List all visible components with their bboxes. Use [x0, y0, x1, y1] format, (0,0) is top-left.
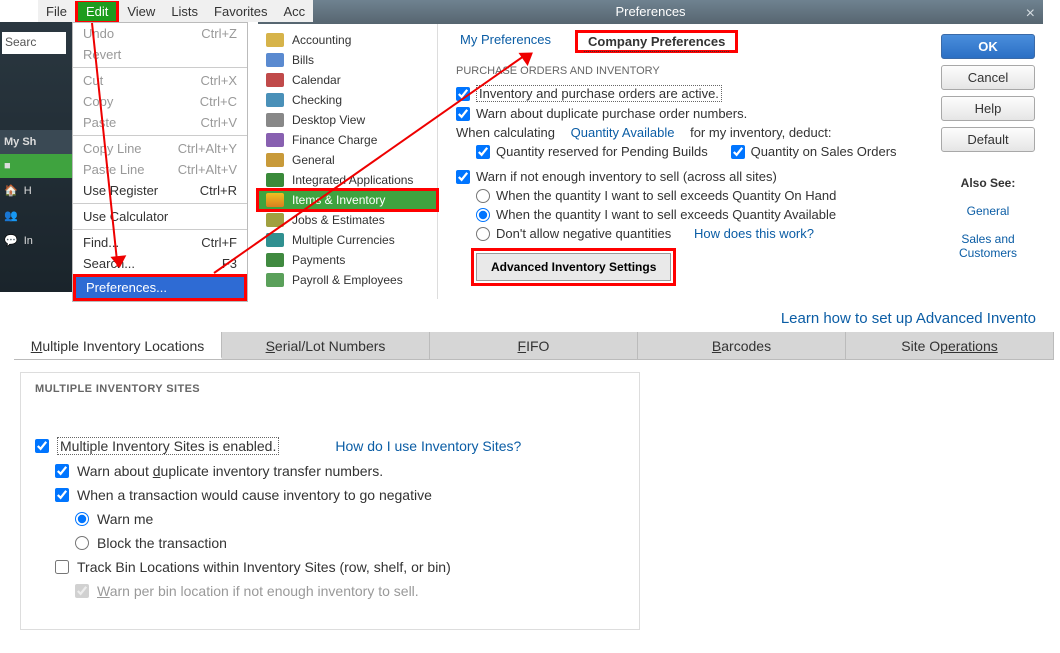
- r-avail[interactable]: [476, 208, 490, 222]
- cat-payments[interactable]: Payments: [258, 250, 437, 270]
- menu-edit[interactable]: Edit: [78, 2, 116, 21]
- cat-general[interactable]: General: [258, 150, 437, 170]
- lbl-dup-po: Warn about duplicate purchase order numb…: [476, 106, 747, 121]
- ck-warn-inv[interactable]: [456, 170, 470, 184]
- tab-site-ops[interactable]: Site Operations: [846, 332, 1054, 359]
- r-noneg[interactable]: [476, 227, 490, 241]
- search-stub[interactable]: Searc: [2, 32, 66, 54]
- menu-lists[interactable]: Lists: [163, 2, 206, 21]
- close-icon[interactable]: ×: [1026, 2, 1035, 26]
- cat-accounting[interactable]: Accounting: [258, 30, 437, 50]
- category-list: Accounting Bills Calendar Checking Deskt…: [258, 24, 438, 299]
- r-block[interactable]: [75, 536, 89, 550]
- mi-find[interactable]: Find...Ctrl+F: [73, 229, 247, 253]
- cat-items-inventory[interactable]: Items & Inventory: [258, 190, 437, 210]
- cat-calendar[interactable]: Calendar: [258, 70, 437, 90]
- lbl-inv-active: Inventory and purchase orders are active…: [476, 85, 722, 102]
- tab-my-preferences[interactable]: My Preferences: [456, 30, 555, 53]
- also-sales[interactable]: Sales and Customers: [941, 232, 1035, 260]
- lbl-warn-inv: Warn if not enough inventory to sell (ac…: [476, 169, 777, 184]
- tab-multi-locations[interactable]: Multiple Inventory Locations: [14, 332, 222, 359]
- edit-dropdown: UndoCtrl+Z Revert CutCtrl+X CopyCtrl+C P…: [72, 22, 248, 302]
- mi-undo[interactable]: UndoCtrl+Z: [73, 23, 247, 44]
- cat-bills[interactable]: Bills: [258, 50, 437, 70]
- tab-serial-lot[interactable]: Serial/Lot Numbers: [222, 332, 430, 359]
- lbl-neg-inv: When a transaction would cause inventory…: [77, 487, 432, 503]
- nav-home[interactable]: 🏠 H: [0, 178, 72, 203]
- lbl-r-onhand: When the quantity I want to sell exceeds…: [496, 188, 836, 203]
- ck-multi-enabled[interactable]: [35, 439, 49, 453]
- ck-warn-bin: [75, 584, 89, 598]
- also-see: Also See:: [961, 176, 1016, 190]
- menu-acc[interactable]: Acc: [276, 2, 314, 21]
- tab-fifo[interactable]: FIFO: [430, 332, 638, 359]
- menu-file[interactable]: File: [38, 2, 75, 21]
- btn-help[interactable]: Help: [941, 96, 1035, 121]
- tab-company-preferences[interactable]: Company Preferences: [584, 32, 729, 52]
- lbl-so: Quantity on Sales Orders: [751, 144, 897, 159]
- mi-use-calculator[interactable]: Use Calculator: [73, 203, 247, 227]
- cat-jobs-estimates[interactable]: Jobs & Estimates: [258, 210, 437, 230]
- annotation-arrowhead-1: [110, 255, 127, 269]
- mi-paste[interactable]: PasteCtrl+V: [73, 112, 247, 133]
- nav-in[interactable]: 💬 In: [0, 228, 72, 253]
- left-nav: Searc My Sh ■ 🏠 H 👥 💬 In: [0, 22, 72, 292]
- link-qty-avail[interactable]: Quantity Available: [571, 125, 675, 140]
- multi-sites-panel: MULTIPLE INVENTORY SITES Multiple Invent…: [20, 372, 640, 630]
- mi-preferences[interactable]: Preferences...: [76, 277, 244, 298]
- calc-post: for my inventory, deduct:: [690, 125, 831, 140]
- calc-pre: When calculating: [456, 125, 555, 140]
- btn-default[interactable]: Default: [941, 127, 1035, 152]
- my-sh-header: My Sh: [0, 130, 72, 154]
- link-learn[interactable]: Learn how to set up Advanced Invento: [781, 310, 1036, 327]
- bottom-tabs: Multiple Inventory Locations Serial/Lot …: [14, 332, 1054, 360]
- ck-pending[interactable]: [476, 145, 490, 159]
- panel-title: MULTIPLE INVENTORY SITES: [35, 383, 625, 395]
- mi-revert[interactable]: Revert: [73, 44, 247, 65]
- link-how-sites[interactable]: How do I use Inventory Sites?: [335, 438, 521, 454]
- nav-people[interactable]: 👥: [0, 203, 72, 228]
- cat-payroll[interactable]: Payroll & Employees: [258, 270, 437, 290]
- cat-desktop-view[interactable]: Desktop View: [258, 110, 437, 130]
- nav-sel[interactable]: ■: [0, 154, 72, 178]
- lbl-r-noneg: Don't allow negative quantities: [496, 226, 671, 241]
- ck-dup-transfer[interactable]: [55, 464, 69, 478]
- mi-search[interactable]: Search...F3: [73, 253, 247, 274]
- btn-advanced-inventory[interactable]: Advanced Inventory Settings: [476, 253, 671, 281]
- lbl-block: Block the transaction: [97, 535, 227, 551]
- ck-so[interactable]: [731, 145, 745, 159]
- ck-neg-inv[interactable]: [55, 488, 69, 502]
- lbl-warn-me: Warn me: [97, 511, 153, 527]
- also-general[interactable]: General: [967, 204, 1010, 218]
- lbl-bin-loc: Track Bin Locations within Inventory Sit…: [77, 559, 451, 575]
- tab-barcodes[interactable]: Barcodes: [638, 332, 846, 359]
- menu-view[interactable]: View: [119, 2, 163, 21]
- mi-copy-line[interactable]: Copy LineCtrl+Alt+Y: [73, 135, 247, 159]
- r-warn-me[interactable]: [75, 512, 89, 526]
- lbl-multi-enabled: Multiple Inventory Sites is enabled.: [57, 437, 279, 455]
- dialog-title: Preferences ×: [258, 0, 1043, 24]
- preferences-dialog: Preferences × Accounting Bills Calendar …: [258, 0, 1043, 300]
- lbl-r-avail: When the quantity I want to sell exceeds…: [496, 207, 836, 222]
- btn-cancel[interactable]: Cancel: [941, 65, 1035, 90]
- ck-bin-loc[interactable]: [55, 560, 69, 574]
- cat-checking[interactable]: Checking: [258, 90, 437, 110]
- lbl-pending: Quantity reserved for Pending Builds: [496, 144, 708, 159]
- btn-ok[interactable]: OK: [941, 34, 1035, 59]
- mi-paste-line[interactable]: Paste LineCtrl+Alt+V: [73, 159, 247, 180]
- r-onhand[interactable]: [476, 189, 490, 203]
- menu-favorites[interactable]: Favorites: [206, 2, 275, 21]
- mi-use-register[interactable]: Use RegisterCtrl+R: [73, 180, 247, 201]
- link-how-work[interactable]: How does this work?: [694, 226, 814, 241]
- lbl-warn-bin: Warn per bin location if not enough inve…: [97, 583, 419, 599]
- ck-dup-po[interactable]: [456, 107, 470, 121]
- lbl-dup-transfer: Warn about duplicate inventory transfer …: [77, 463, 383, 479]
- cat-multiple-currencies[interactable]: Multiple Currencies: [258, 230, 437, 250]
